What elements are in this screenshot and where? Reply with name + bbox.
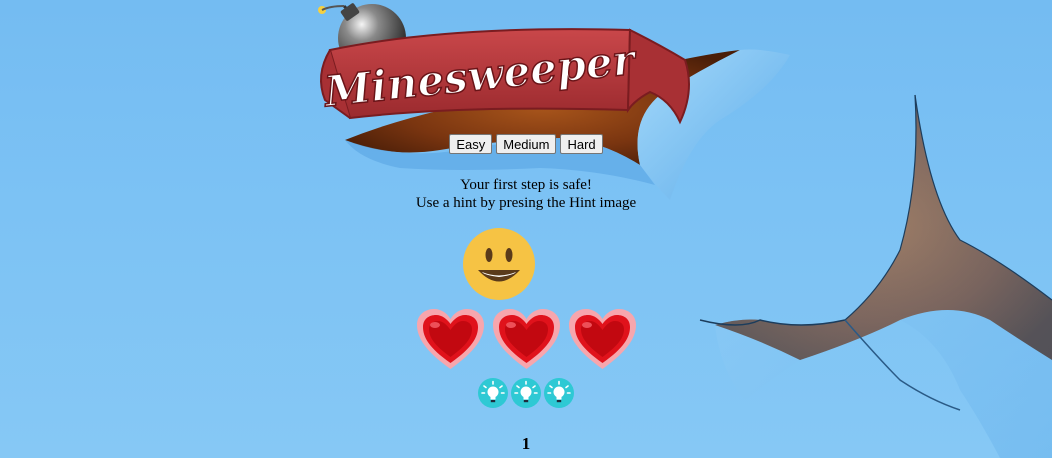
heart-icon xyxy=(568,309,636,369)
lightbulb-icon[interactable] xyxy=(511,378,541,408)
message-line-1: Your first step is safe! xyxy=(460,177,592,193)
medium-button[interactable]: Medium xyxy=(496,134,557,154)
easy-button[interactable]: Easy xyxy=(449,134,493,154)
lives-container xyxy=(0,307,1052,371)
lightbulb-icon[interactable] xyxy=(478,378,508,408)
step-counter: 1 xyxy=(521,434,531,453)
smiley-face-icon[interactable] xyxy=(462,227,536,301)
heart-icon xyxy=(416,309,484,369)
hard-button[interactable]: Hard xyxy=(560,134,603,154)
minesweeper-logo: Minesweeper xyxy=(318,3,690,125)
hints-container xyxy=(0,378,1052,408)
heart-icon xyxy=(492,309,560,369)
message-line-2: Use a hint by presing the Hint image xyxy=(415,195,637,211)
lightbulb-icon[interactable] xyxy=(544,378,574,408)
instructions-message: Your first step is safe! Use a hint by p… xyxy=(0,176,1052,212)
difficulty-selector: Easy Medium Hard xyxy=(0,134,1052,154)
